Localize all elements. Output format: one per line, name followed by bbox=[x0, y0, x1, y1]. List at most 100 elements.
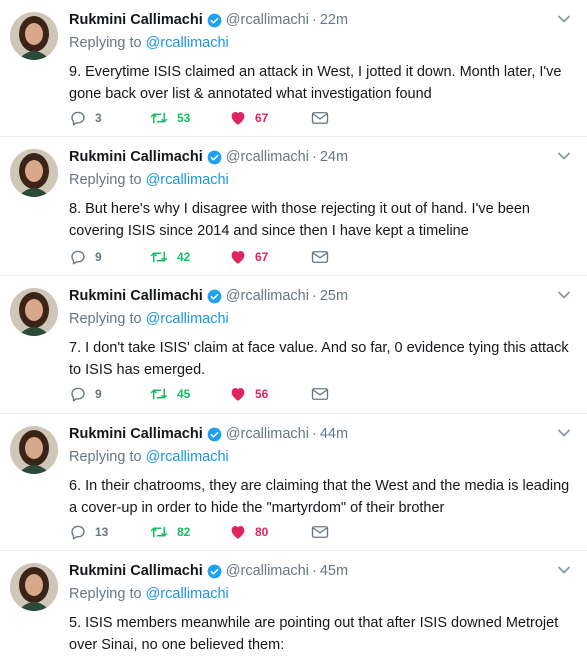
timestamp[interactable]: 44m bbox=[320, 426, 348, 442]
avatar[interactable] bbox=[10, 288, 58, 336]
display-name[interactable]: Rukmini Callimachi bbox=[69, 12, 203, 28]
tweet-header: Rukmini Callimachi @rcallimachi · 24m bbox=[69, 147, 575, 167]
user-handle[interactable]: @rcallimachi bbox=[226, 149, 309, 165]
retweet-button[interactable]: 42 bbox=[149, 248, 229, 266]
avatar-image bbox=[10, 149, 58, 197]
avatar[interactable] bbox=[10, 426, 58, 474]
like-count: 80 bbox=[255, 525, 269, 539]
like-button[interactable]: 56 bbox=[229, 385, 311, 403]
avatar[interactable] bbox=[10, 149, 58, 197]
tweet[interactable]: Rukmini Callimachi @rcallimachi · 44m Re… bbox=[0, 414, 587, 551]
retweet-icon bbox=[150, 112, 168, 124]
replying-prefix: Replying to bbox=[69, 586, 142, 602]
reply-count: 9 bbox=[95, 387, 102, 401]
heart-icon bbox=[231, 526, 245, 539]
reply-button[interactable]: 13 bbox=[69, 523, 149, 541]
envelope-icon bbox=[311, 251, 329, 263]
like-button[interactable]: 67 bbox=[229, 109, 311, 127]
separator-dot: · bbox=[311, 288, 317, 304]
display-name[interactable]: Rukmini Callimachi bbox=[69, 563, 203, 579]
timestamp[interactable]: 22m bbox=[320, 12, 348, 28]
chevron-down-icon[interactable] bbox=[557, 149, 571, 163]
replying-to-link[interactable]: @rcallimachi bbox=[146, 586, 229, 602]
like-button[interactable]: 80 bbox=[229, 523, 311, 541]
tweet[interactable]: Rukmini Callimachi @rcallimachi · 25m Re… bbox=[0, 276, 587, 414]
replying-prefix: Replying to bbox=[69, 449, 142, 465]
replying-to: Replying to @rcallimachi bbox=[69, 449, 575, 469]
replying-prefix: Replying to bbox=[69, 172, 142, 188]
like-count: 67 bbox=[255, 250, 269, 264]
direct-message-button[interactable] bbox=[311, 110, 329, 126]
tweet-feed: Rukmini Callimachi @rcallimachi · 22m Re… bbox=[0, 0, 587, 662]
like-button[interactable]: 67 bbox=[229, 248, 311, 266]
replying-to-link[interactable]: @rcallimachi bbox=[146, 172, 229, 188]
tweet[interactable]: Rukmini Callimachi @rcallimachi · 45m Re… bbox=[0, 551, 587, 662]
chevron-down-icon[interactable] bbox=[557, 426, 571, 440]
replying-to: Replying to @rcallimachi bbox=[69, 311, 575, 331]
tweet-text: 8. But here's why I disagree with those … bbox=[69, 201, 530, 239]
direct-message-button[interactable] bbox=[311, 386, 329, 402]
retweet-button[interactable]: 45 bbox=[149, 385, 229, 403]
tweet-header: Rukmini Callimachi @rcallimachi · 25m bbox=[69, 286, 575, 306]
retweet-button[interactable]: 82 bbox=[149, 523, 229, 541]
reply-count: 13 bbox=[95, 525, 109, 539]
verified-badge-icon bbox=[207, 13, 222, 27]
verified-badge-icon bbox=[207, 289, 222, 303]
envelope-icon bbox=[311, 112, 329, 124]
separator-dot: · bbox=[311, 426, 317, 442]
separator-dot: · bbox=[311, 563, 317, 579]
tweet[interactable]: Rukmini Callimachi @rcallimachi · 22m Re… bbox=[0, 0, 587, 137]
chevron-down-icon[interactable] bbox=[557, 288, 571, 302]
reply-button[interactable]: 9 bbox=[69, 385, 149, 403]
timestamp[interactable]: 24m bbox=[320, 149, 348, 165]
like-count: 56 bbox=[255, 387, 269, 401]
tweet-header: Rukmini Callimachi @rcallimachi · 22m bbox=[69, 10, 575, 30]
replying-to: Replying to @rcallimachi bbox=[69, 586, 575, 606]
reply-count: 9 bbox=[95, 250, 102, 264]
retweet-count: 53 bbox=[177, 111, 191, 125]
chevron-down-icon[interactable] bbox=[557, 12, 571, 26]
retweet-icon bbox=[150, 388, 168, 400]
like-count: 67 bbox=[255, 111, 269, 125]
user-handle[interactable]: @rcallimachi bbox=[226, 288, 309, 304]
reply-button[interactable]: 9 bbox=[69, 248, 149, 266]
envelope-icon bbox=[311, 526, 329, 538]
tweet[interactable]: Rukmini Callimachi @rcallimachi · 24m Re… bbox=[0, 137, 587, 276]
separator-dot: · bbox=[311, 12, 317, 28]
direct-message-button[interactable] bbox=[311, 524, 329, 540]
avatar-image bbox=[10, 563, 58, 611]
retweet-button[interactable]: 53 bbox=[149, 109, 229, 127]
display-name[interactable]: Rukmini Callimachi bbox=[69, 288, 203, 304]
display-name[interactable]: Rukmini Callimachi bbox=[69, 149, 203, 165]
avatar-image bbox=[10, 12, 58, 60]
avatar-image bbox=[10, 426, 58, 474]
verified-badge-icon bbox=[207, 427, 222, 441]
tweet-actions: 9 42 67 bbox=[69, 247, 329, 267]
tweet-actions: 13 82 80 bbox=[69, 522, 329, 542]
display-name[interactable]: Rukmini Callimachi bbox=[69, 426, 203, 442]
replying-prefix: Replying to bbox=[69, 311, 142, 327]
avatar[interactable] bbox=[10, 563, 58, 611]
user-handle[interactable]: @rcallimachi bbox=[226, 426, 309, 442]
avatar[interactable] bbox=[10, 12, 58, 60]
reply-icon bbox=[71, 525, 85, 540]
retweet-icon bbox=[150, 526, 168, 538]
reply-count: 3 bbox=[95, 111, 102, 125]
replying-to-link[interactable]: @rcallimachi bbox=[146, 449, 229, 465]
timestamp[interactable]: 25m bbox=[320, 288, 348, 304]
user-handle[interactable]: @rcallimachi bbox=[226, 12, 309, 28]
separator-dot: · bbox=[311, 149, 317, 165]
tweet-text: 5. ISIS members meanwhile are pointing o… bbox=[69, 615, 559, 653]
direct-message-button[interactable] bbox=[311, 249, 329, 265]
heart-icon bbox=[231, 251, 245, 264]
tweet-text: 9. Everytime ISIS claimed an attack in W… bbox=[69, 64, 562, 102]
replying-to-link[interactable]: @rcallimachi bbox=[146, 311, 229, 327]
timestamp[interactable]: 45m bbox=[320, 563, 348, 579]
reply-button[interactable]: 3 bbox=[69, 109, 149, 127]
tweet-header: Rukmini Callimachi @rcallimachi · 45m bbox=[69, 561, 575, 581]
replying-prefix: Replying to bbox=[69, 35, 142, 51]
envelope-icon bbox=[311, 388, 329, 400]
user-handle[interactable]: @rcallimachi bbox=[226, 563, 309, 579]
replying-to-link[interactable]: @rcallimachi bbox=[146, 35, 229, 51]
chevron-down-icon[interactable] bbox=[557, 563, 571, 577]
